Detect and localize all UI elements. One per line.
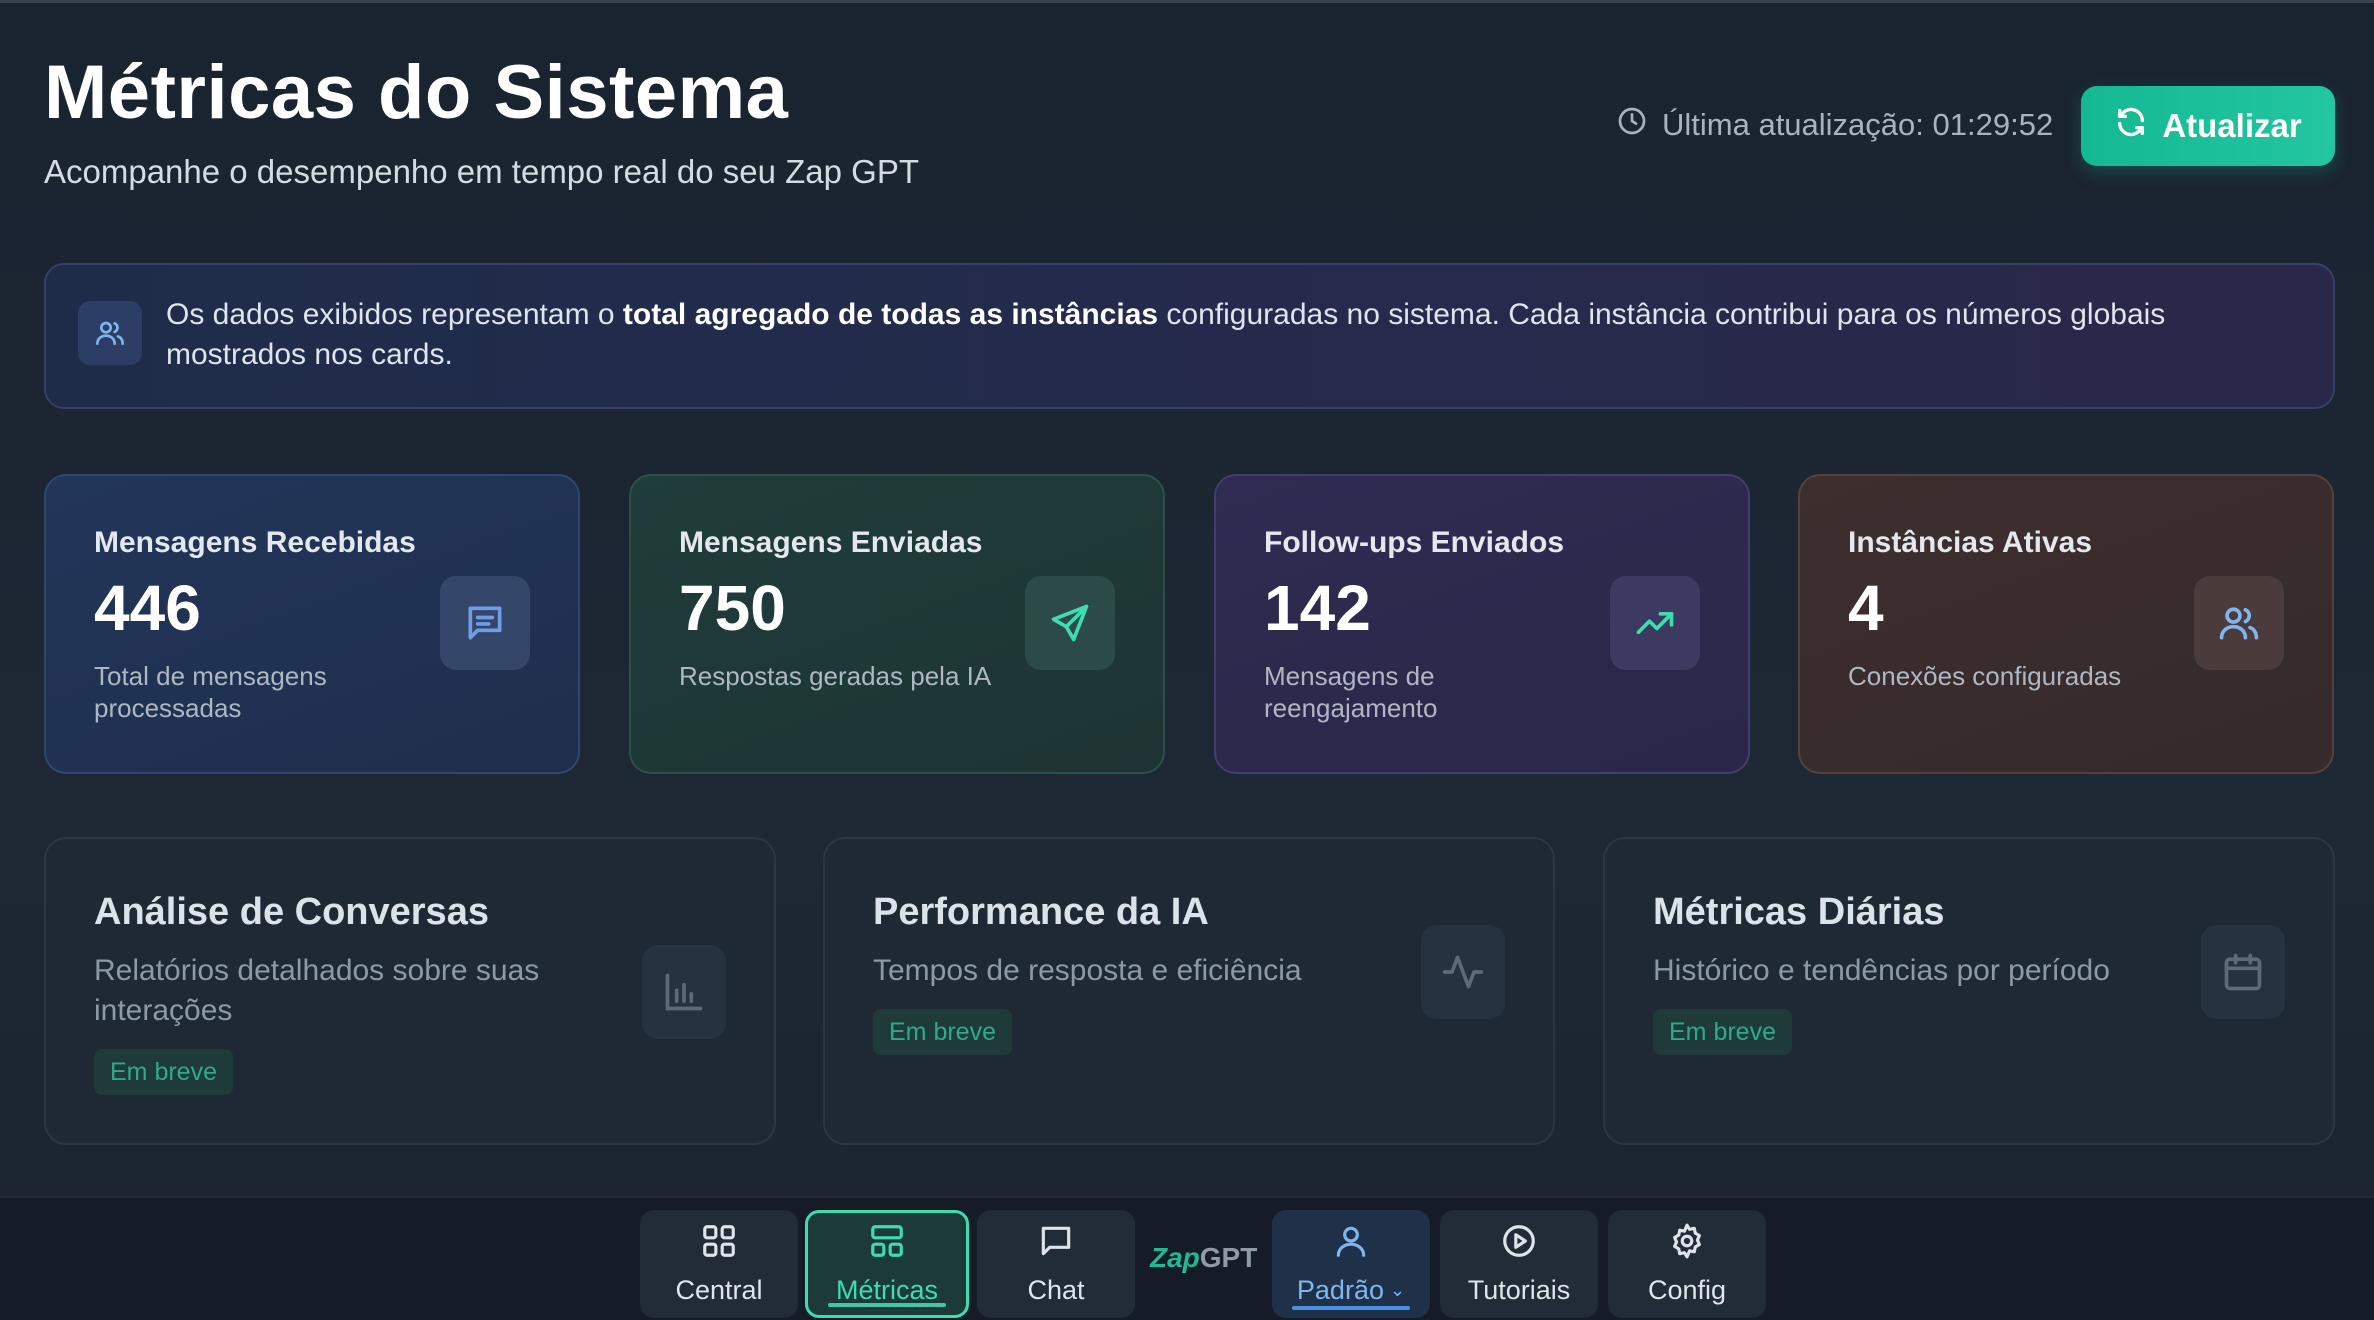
info-banner: Os dados exibidos representam o total ag… [44,263,2335,409]
active-indicator [828,1303,946,1307]
chevron-down-icon: ⌄ [1389,1280,1406,1300]
stat-label: Instâncias Ativas [1848,526,2092,559]
feature-desc: Tempos de resposta e eficiência [873,954,1302,987]
coming-soon-badge: Em breve [1653,1009,1792,1055]
nav-label: Métricas [835,1275,938,1305]
nav-item-tutoriais[interactable]: Tutoriais [1440,1210,1598,1318]
feature-desc: Histórico e tendências por período [1653,954,2110,987]
trending-up-icon [1610,576,1700,670]
bottom-nav: Central Métricas Chat ZapGPT Padrão ⌄ Tu… [0,1196,2374,1320]
feature-title: Análise de Conversas [94,891,489,933]
info-highlight: total agregado de todas as instâncias [622,298,1159,331]
calendar-icon [2201,925,2285,1019]
stat-card-received: Mensagens Recebidas 446 Total de mensage… [44,474,580,774]
stat-card-instances: Instâncias Ativas 4 Conexões configurada… [1798,474,2334,774]
feature-title: Métricas Diárias [1653,891,1945,933]
stat-label: Mensagens Recebidas [94,526,416,559]
user-icon [1332,1222,1370,1267]
stat-card-sent: Mensagens Enviadas 750 Respostas geradas… [629,474,1165,774]
grid-icon [700,1222,738,1267]
page-subtitle: Acompanhe o desempenho em tempo real do … [44,153,919,190]
nav-label: Central [675,1275,763,1305]
last-update: Última atualização: 01:29:52 [1616,105,2053,145]
page-title: Métricas do Sistema [44,50,789,135]
nav-label: Chat [1027,1275,1085,1305]
layout-icon [868,1222,906,1267]
play-circle-icon [1500,1222,1538,1267]
feature-desc: Relatórios detalhados sobre suas interaç… [94,954,540,1027]
stat-label: Follow-ups Enviados [1264,526,1565,559]
refresh-icon [2114,105,2148,147]
stat-value: 4 [1848,572,1884,644]
nav-label: Padrão ⌄ [1296,1275,1406,1305]
refresh-label: Atualizar [2162,107,2302,144]
send-icon [1025,576,1115,670]
feature-card-ai-performance: Performance da IA Tempos de resposta e e… [823,837,1555,1145]
nav-item-chat[interactable]: Chat [977,1210,1135,1318]
nav-item-profile[interactable]: Padrão ⌄ [1272,1210,1430,1318]
stat-desc: Total de mensagens processadas [94,661,327,723]
chat-icon [1037,1222,1075,1267]
users-icon [78,301,142,365]
metrics-page: Métricas do Sistema Acompanhe o desempen… [0,0,2374,1320]
refresh-button[interactable]: Atualizar [2081,86,2335,166]
stat-desc: Respostas geradas pela IA [679,661,992,691]
nav-label: Tutoriais [1467,1275,1571,1305]
coming-soon-badge: Em breve [94,1049,233,1095]
stat-value: 750 [679,572,786,644]
stat-value: 142 [1264,572,1371,644]
feature-card-daily-metrics: Métricas Diárias Histórico e tendências … [1603,837,2335,1145]
zapgpt-logo: ZapGPT [1150,1242,1258,1273]
stat-value: 446 [94,572,201,644]
stat-desc: Conexões configuradas [1848,661,2122,691]
gear-icon [1668,1222,1706,1267]
activity-icon [1421,925,1505,1019]
last-update-text: Última atualização: 01:29:52 [1662,107,2054,142]
users-icon [2194,576,2284,670]
message-square-icon [440,576,530,670]
nav-item-central[interactable]: Central [640,1210,798,1318]
info-text: Os dados exibidos representam o total ag… [166,298,2166,371]
coming-soon-badge: Em breve [873,1009,1012,1055]
feature-card-conversations: Análise de Conversas Relatórios detalhad… [44,837,776,1145]
bar-chart-icon [642,945,726,1039]
nav-label: Config [1647,1275,1727,1305]
active-indicator [1292,1306,1410,1310]
nav-item-config[interactable]: Config [1608,1210,1766,1318]
nav-item-metricas[interactable]: Métricas [805,1210,969,1318]
stat-label: Mensagens Enviadas [679,526,983,559]
feature-title: Performance da IA [873,891,1209,933]
stat-desc: Mensagens de reengajamento [1264,661,1438,723]
stat-card-followups: Follow-ups Enviados 142 Mensagens de ree… [1214,474,1750,774]
clock-icon [1616,105,1648,145]
